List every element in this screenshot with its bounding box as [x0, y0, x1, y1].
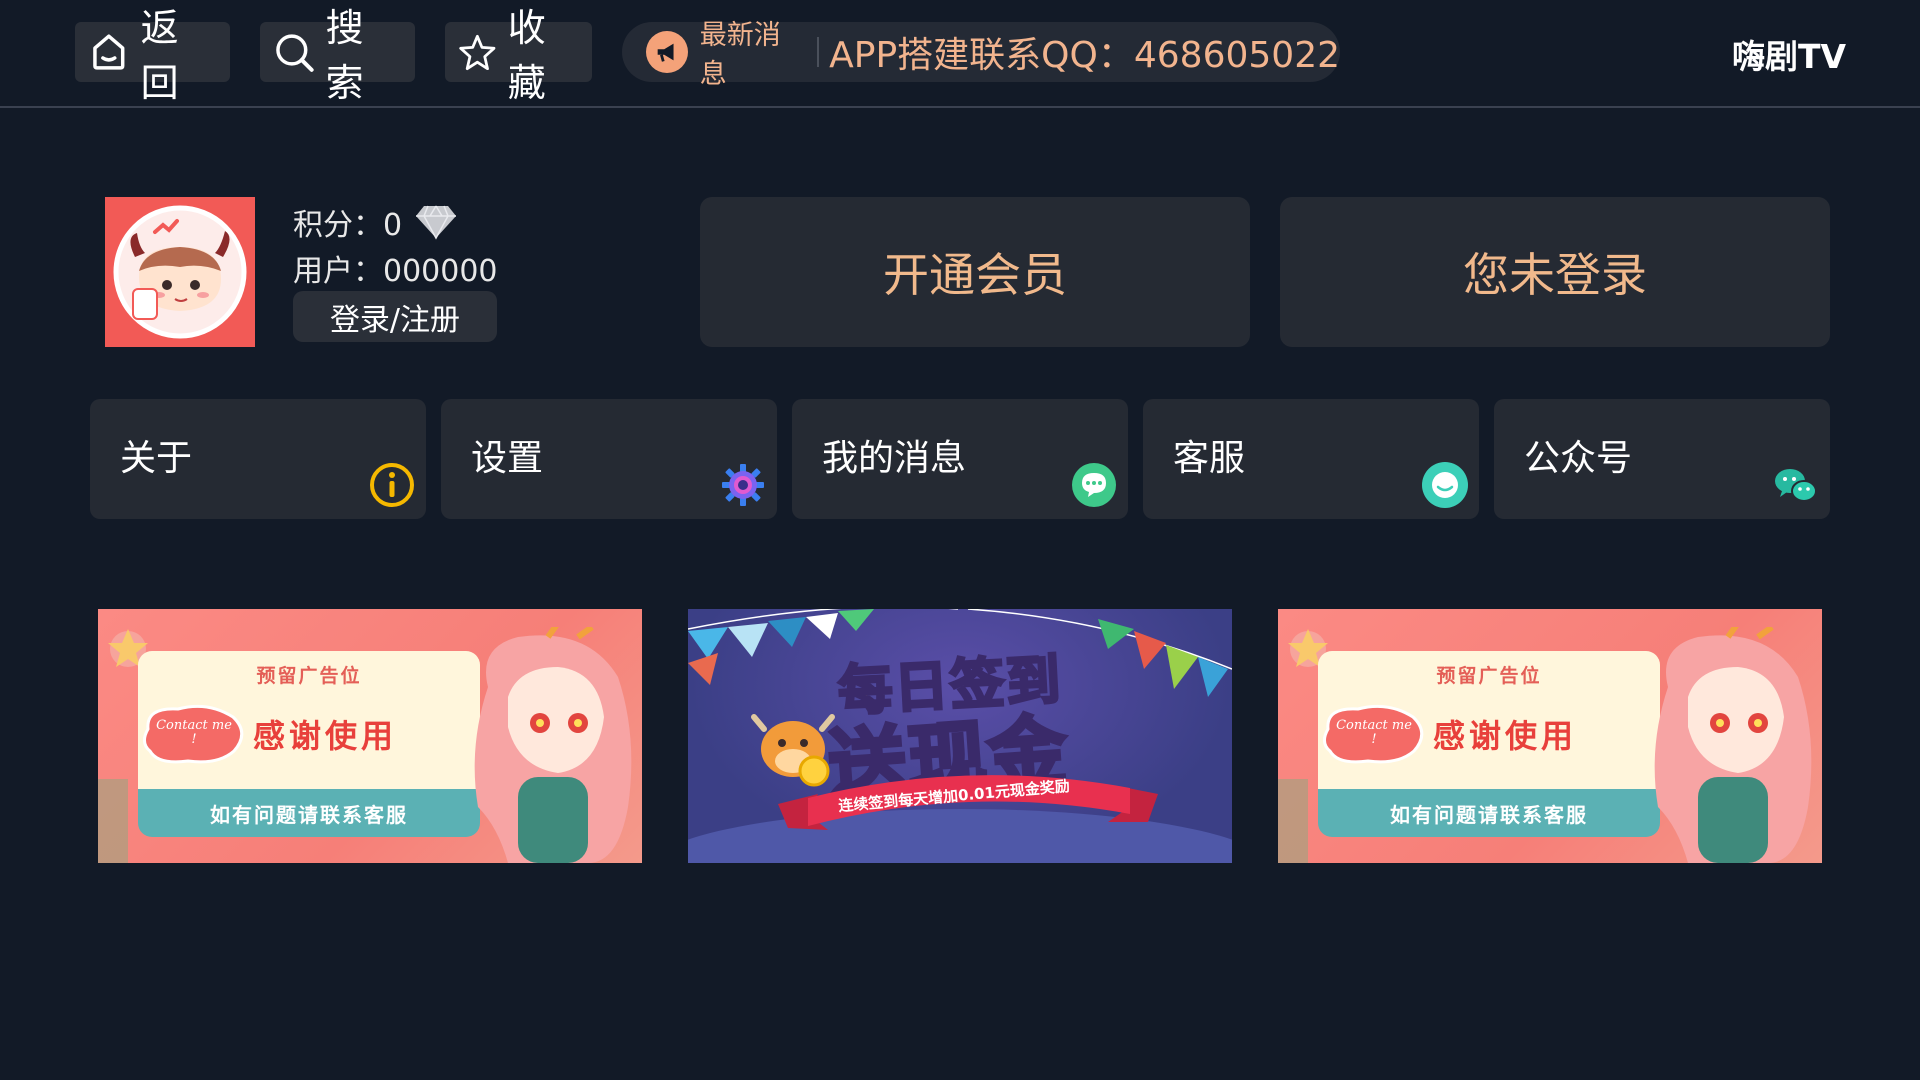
top-bar: 返回 搜索 收藏 最新消息 APP搭建联系QQ：468605022 嗨剧TV [0, 0, 1920, 108]
search-icon [276, 34, 314, 72]
ad-footer: 如有问题请联系客服 [138, 789, 480, 837]
menu-tile-messages[interactable]: 我的消息 [792, 399, 1128, 519]
back-label: 返回 [140, 6, 179, 105]
login-register-button[interactable]: 登录/注册 [293, 291, 497, 342]
ad-banner-left[interactable]: 预留广告位 Contact me ! 感谢使用 如有问题请联系客服 [98, 609, 642, 863]
menu-tile-settings[interactable]: 设置 [441, 399, 777, 519]
favorites-button[interactable]: 收藏 [445, 6, 592, 105]
news-message: APP搭建联系QQ：468605022 [829, 35, 1340, 76]
menu-tile-official-account[interactable]: 公众号 [1494, 399, 1830, 519]
diamond-icon [416, 205, 457, 240]
menu-tile-customer-service[interactable]: 客服 [1143, 399, 1479, 519]
ad-title: 感谢使用 [1433, 717, 1578, 755]
news-divider [817, 37, 820, 67]
menu-tile-about[interactable]: 关于 [90, 399, 426, 519]
chat-bubble-icon [1072, 463, 1116, 507]
favorites-label: 收藏 [507, 6, 546, 105]
home-icon [93, 34, 125, 70]
search-label: 搜索 [325, 6, 364, 105]
anime-girl-illustration [474, 627, 632, 863]
ad-title: 感谢使用 [253, 717, 398, 755]
menu-tile-label: 我的消息 [822, 438, 967, 479]
menu-tile-label: 关于 [120, 438, 193, 479]
info-icon [370, 463, 414, 507]
back-button[interactable]: 返回 [75, 6, 230, 105]
points-label: 积分：0 [293, 208, 403, 243]
ad-card: 预留广告位 Contact me ! 感谢使用 如有问题请联系客服 [1318, 651, 1660, 837]
avatar[interactable] [105, 197, 255, 347]
search-button[interactable]: 搜索 [260, 6, 415, 105]
login-status-button[interactable]: 您未登录 [1280, 197, 1830, 347]
ad-footer: 如有问题请联系客服 [1318, 789, 1660, 837]
news-ticker[interactable]: 最新消息 APP搭建联系QQ：468605022 [622, 20, 1340, 90]
app-brand: 嗨剧TV [1731, 37, 1846, 76]
contact-bubble-text: Contact me ! [156, 718, 232, 747]
vip-button[interactable]: 开通会员 [700, 197, 1250, 347]
anime-girl-illustration [1654, 627, 1812, 863]
news-tag: 最新消息 [699, 20, 781, 90]
points-row: 积分：0 [293, 200, 457, 244]
promo-banner-checkin[interactable]: 每日签到 送现金 连续签到每天增加0.01元现金奖励 [688, 609, 1232, 863]
menu-tile-label: 公众号 [1524, 438, 1633, 479]
ad-banner-right[interactable]: 预留广告位 Contact me ! 感谢使用 如有问题请联系客服 [1278, 609, 1822, 863]
gear-icon [722, 464, 764, 506]
menu-tile-label: 客服 [1173, 438, 1246, 479]
menu-tile-label: 设置 [471, 438, 544, 479]
user-id-label: 用户：000000 [293, 254, 498, 289]
ad-subtitle: 预留广告位 [1436, 665, 1542, 687]
ad-subtitle: 预留广告位 [256, 665, 362, 687]
star-icon [459, 34, 496, 71]
ad-card: 预留广告位 Contact me ! 感谢使用 如有问题请联系客服 [138, 651, 480, 837]
customer-service-icon [1422, 462, 1468, 508]
megaphone-icon [646, 31, 688, 73]
contact-bubble-text: Contact me ! [1336, 718, 1412, 747]
wechat-icon [1775, 469, 1817, 502]
